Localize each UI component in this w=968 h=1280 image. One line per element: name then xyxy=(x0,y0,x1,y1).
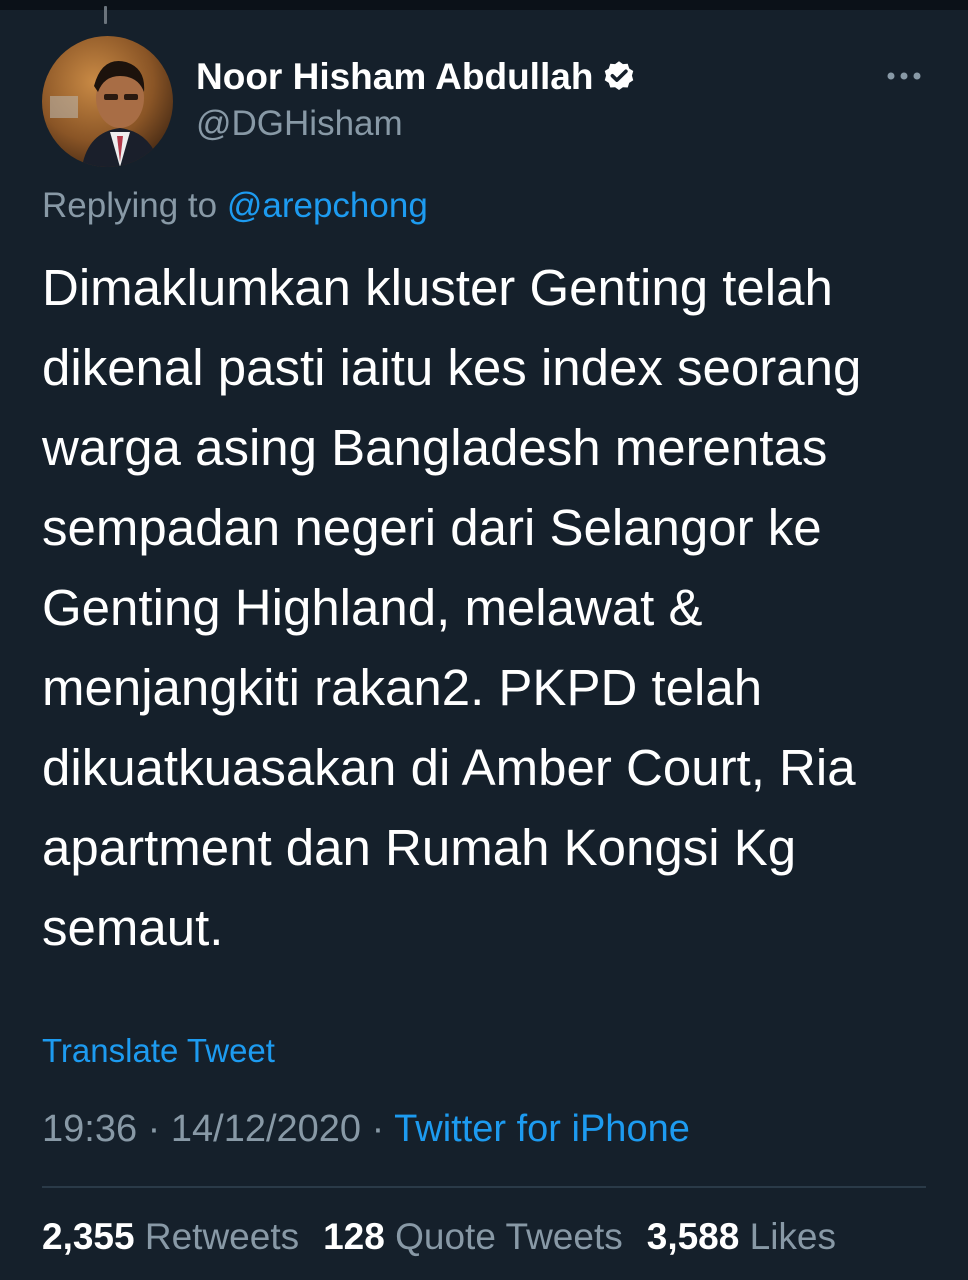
tweet-text: Dimaklumkan kluster Genting telah dikena… xyxy=(42,259,862,956)
avatar-photo xyxy=(42,36,173,167)
tweet-metadata: 19:36 · 14/12/2020 · Twitter for iPhone xyxy=(42,1108,690,1151)
reply-to-handle-link[interactable]: @arepchong xyxy=(227,186,428,225)
likes-label: Likes xyxy=(749,1216,837,1257)
verified-badge-icon xyxy=(601,59,637,95)
avatar[interactable] xyxy=(42,36,173,167)
author-handle[interactable]: @DGHisham xyxy=(196,104,403,144)
author-display-name[interactable]: Noor Hisham Abdullah xyxy=(196,56,593,98)
more-options-icon[interactable] xyxy=(884,66,924,86)
tweet-date[interactable]: 14/12/2020 xyxy=(171,1108,361,1150)
engagement-stats: 2,355 Retweets 128 Quote Tweets 3,588 Li… xyxy=(42,1216,836,1258)
author-name-row: Noor Hisham Abdullah xyxy=(196,54,637,100)
retweets-count: 2,355 xyxy=(42,1216,135,1257)
tweet-time[interactable]: 19:36 xyxy=(42,1108,137,1150)
quote-tweets-count: 128 xyxy=(323,1216,385,1257)
quote-tweets-stat[interactable]: 128 Quote Tweets xyxy=(323,1216,623,1258)
tweet-source-link[interactable]: Twitter for iPhone xyxy=(394,1108,690,1150)
retweets-label: Retweets xyxy=(144,1216,300,1257)
retweets-stat[interactable]: 2,355 Retweets xyxy=(42,1216,299,1258)
meta-separator: · xyxy=(371,1108,385,1150)
tweet-detail: Noor Hisham Abdullah @DGHisham Replying … xyxy=(0,0,968,1280)
quote-tweets-label: Quote Tweets xyxy=(395,1216,623,1257)
meta-separator: · xyxy=(147,1108,161,1150)
replying-to-line: Replying to @arepchong xyxy=(42,186,428,226)
divider xyxy=(42,1186,926,1188)
replying-prefix: Replying to xyxy=(42,186,218,225)
likes-count: 3,588 xyxy=(646,1216,740,1257)
translate-tweet-link[interactable]: Translate Tweet xyxy=(42,1032,275,1070)
likes-stat[interactable]: 3,588 Likes xyxy=(647,1216,836,1258)
